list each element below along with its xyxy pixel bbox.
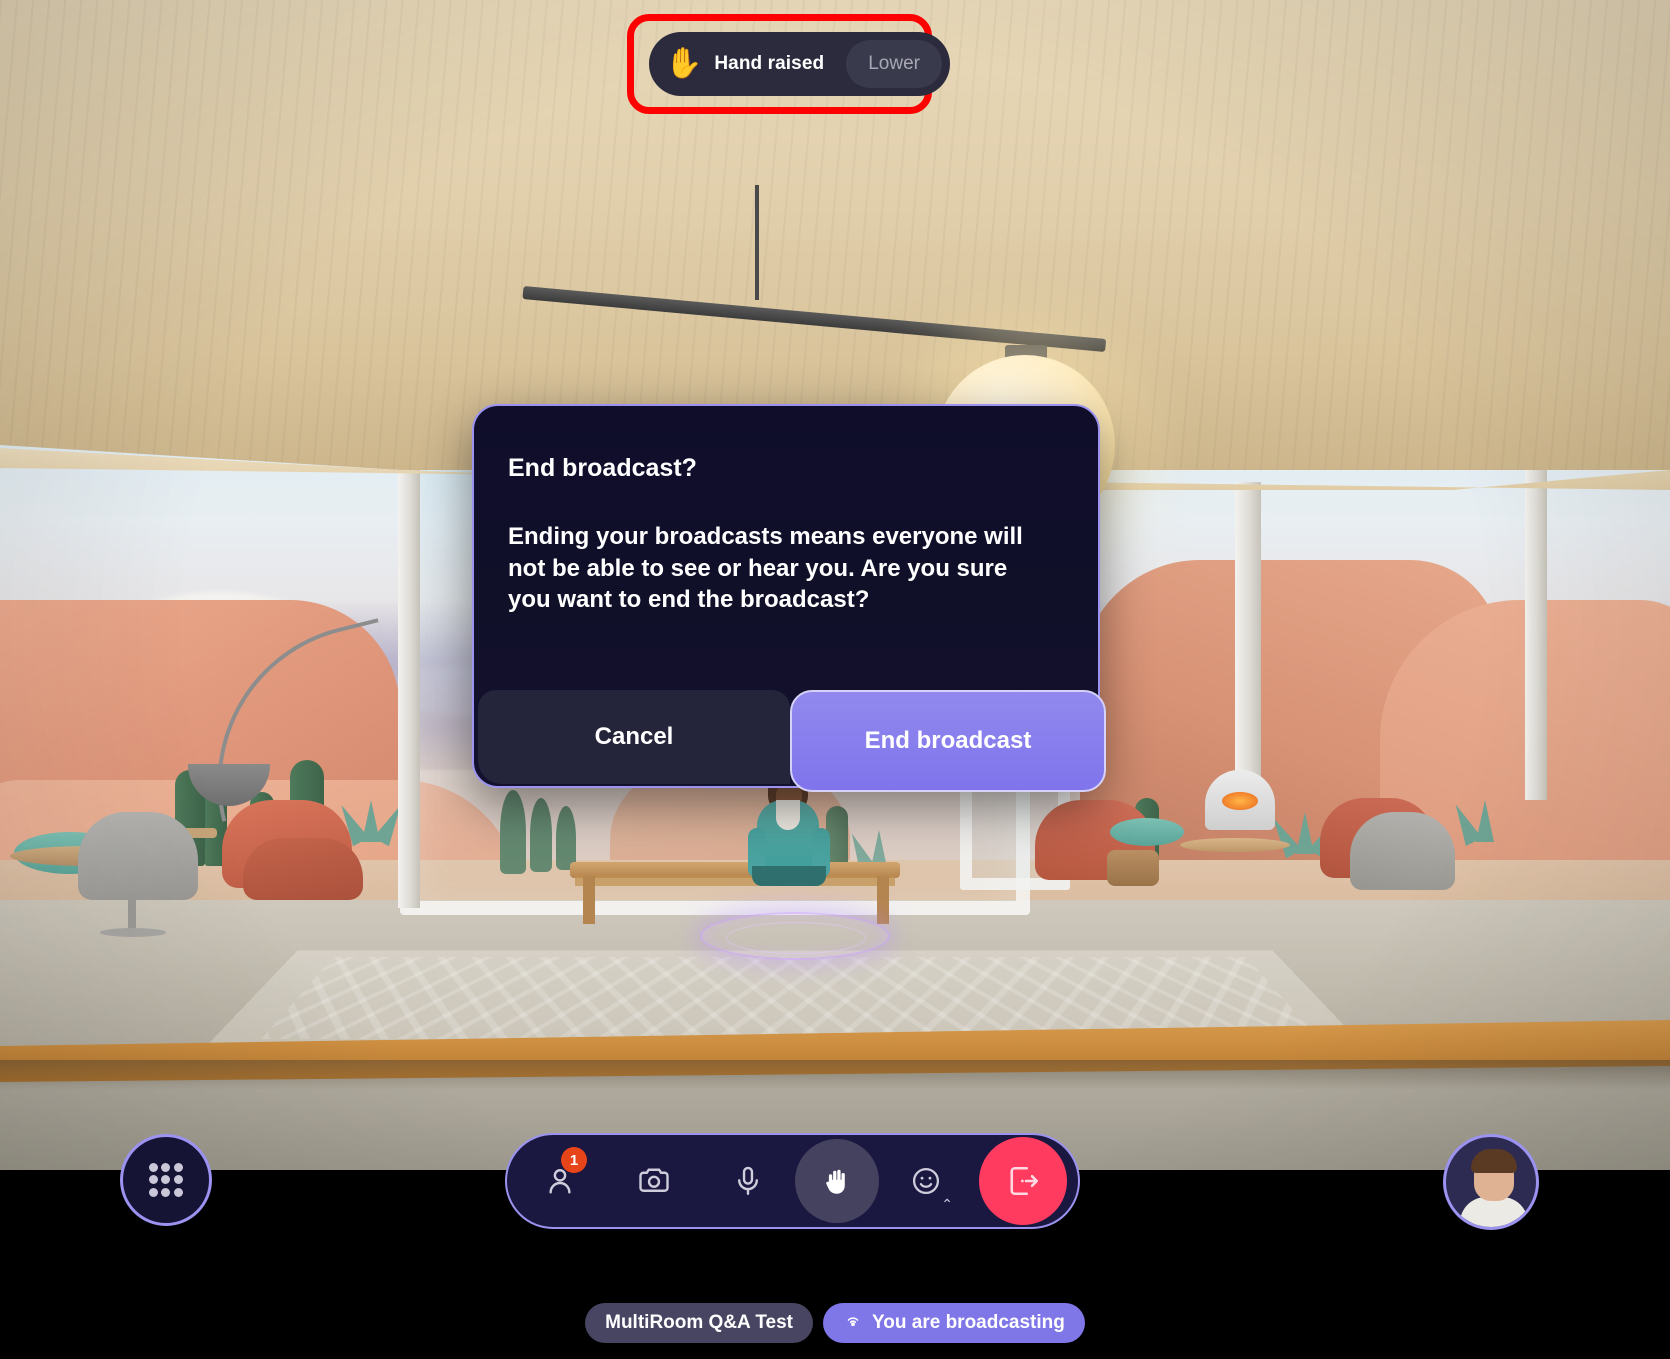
- grid-dots-icon: [174, 1162, 184, 1172]
- wood-sill-shadow: [0, 1060, 1670, 1090]
- raised-hand-icon: [826, 1169, 845, 1194]
- camera-button[interactable]: [607, 1139, 701, 1223]
- dialog-actions: Cancel End broadcast: [474, 690, 1106, 792]
- dialog-title: End broadcast?: [508, 454, 697, 482]
- agave-plant: [1476, 800, 1494, 842]
- end-broadcast-button[interactable]: End broadcast: [790, 690, 1106, 792]
- microphone-icon: [738, 1166, 758, 1195]
- broadcast-signal-icon: [843, 1313, 863, 1333]
- teal-pouf: [1110, 818, 1184, 846]
- bench-leg: [583, 876, 595, 924]
- microphone-button[interactable]: [701, 1139, 795, 1223]
- grid-dots-icon: [174, 1188, 184, 1198]
- avatar-hair: [1471, 1149, 1517, 1173]
- raised-hand-emoji: ✋: [665, 47, 703, 80]
- orange-armchair: [243, 838, 363, 900]
- cancel-button[interactable]: Cancel: [478, 690, 790, 784]
- hand-raised-label: Hand raised: [714, 53, 825, 74]
- user-avatar-button[interactable]: [1443, 1134, 1539, 1230]
- grey-armchair: [1350, 812, 1455, 890]
- hand-raised-banner: ✋ Hand raised Lower: [649, 32, 950, 96]
- apps-grid-button[interactable]: [120, 1134, 212, 1226]
- participants-badge: 1: [561, 1147, 587, 1173]
- fire-flame: [1222, 792, 1258, 810]
- broadcast-status-pill: You are broadcasting: [823, 1303, 1085, 1343]
- participants-button[interactable]: 1: [513, 1139, 607, 1223]
- bench-leg: [877, 876, 889, 924]
- leave-door-icon: [1010, 1166, 1039, 1196]
- chevron-up-icon: ⌃: [941, 1196, 953, 1212]
- grid-dots-icon: [161, 1175, 171, 1185]
- grid-dots-icon: [148, 1175, 158, 1185]
- seated-avatar-collar: [776, 800, 800, 830]
- pendant-lamp-rod: [755, 185, 759, 300]
- chair-stem: [128, 893, 136, 933]
- screen-root: ✋ Hand raised Lower End broadcast? Endin…: [0, 0, 1670, 1359]
- end-broadcast-dialog: End broadcast? Ending your broadcasts me…: [472, 404, 1106, 792]
- wooden-stool: [1107, 850, 1159, 886]
- grid-dots-icon: [148, 1188, 158, 1198]
- seated-avatar-lower: [752, 866, 826, 886]
- broadcast-status-label: You are broadcasting: [872, 1312, 1065, 1333]
- avatar-body: [1460, 1197, 1528, 1227]
- bench-seat: [575, 876, 895, 886]
- chair-base: [100, 928, 166, 937]
- grid-dots-icon: [161, 1188, 171, 1198]
- camera-icon: [639, 1168, 669, 1192]
- side-table: [1180, 838, 1290, 852]
- grid-dots-icon: [161, 1162, 171, 1172]
- raise-hand-button[interactable]: [795, 1139, 879, 1223]
- grey-armchair: [78, 812, 198, 900]
- emoji-smiley-icon: [912, 1167, 940, 1195]
- main-toolbar: 1 ⌃: [505, 1133, 1080, 1229]
- lower-hand-button[interactable]: Lower: [846, 40, 942, 88]
- grid-dots-icon: [148, 1162, 158, 1172]
- dialog-body-text: Ending your broadcasts means everyone wi…: [508, 523, 1023, 614]
- leave-room-button[interactable]: [979, 1137, 1067, 1225]
- rug-pattern: [261, 956, 1319, 1040]
- room-name-pill: MultiRoom Q&A Test: [585, 1303, 814, 1343]
- presence-ring-inner: [726, 922, 866, 954]
- structural-post: [1525, 470, 1547, 800]
- bottom-status-labels: MultiRoom Q&A Test You are broadcasting: [0, 1303, 1670, 1343]
- reactions-button[interactable]: ⌃: [879, 1139, 973, 1223]
- grid-dots-icon: [174, 1175, 184, 1185]
